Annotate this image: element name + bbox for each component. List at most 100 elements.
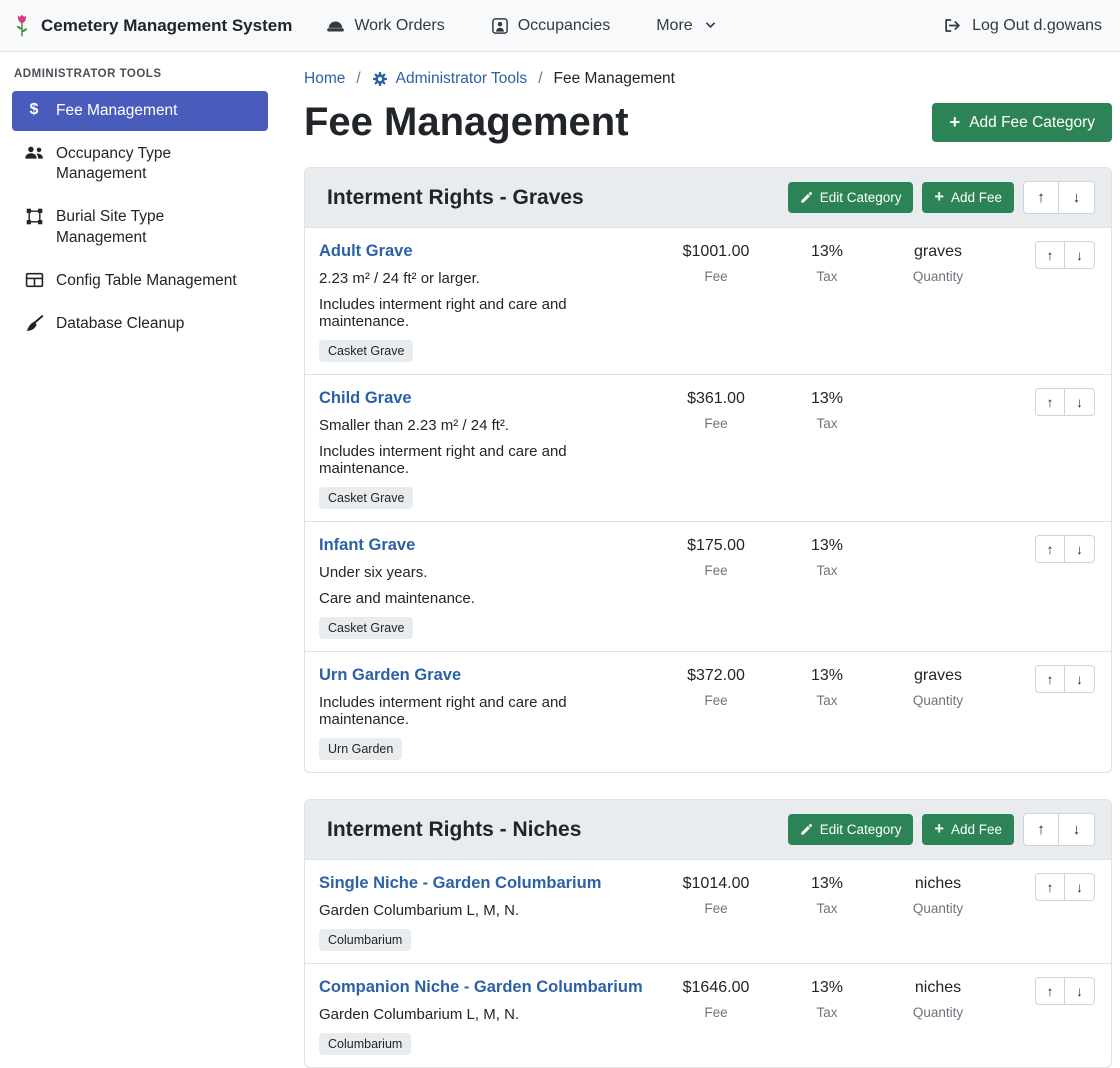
users-icon	[24, 145, 44, 160]
add-fee-button[interactable]: + Add Fee	[922, 182, 1014, 214]
fee-tag: Columbarium	[319, 1033, 411, 1055]
move-fee-down-button[interactable]: ↓	[1065, 665, 1095, 693]
move-category-down-button[interactable]: ↓	[1059, 181, 1095, 214]
top-navbar: Cemetery Management System Work Orders O…	[0, 0, 1120, 52]
category-actions: Edit Category + Add Fee ↑ ↓	[788, 181, 1095, 214]
nav-item-more[interactable]: More	[656, 17, 716, 35]
hard-hat-icon	[326, 17, 345, 34]
fee-info: Companion Niche - Garden Columbarium Gar…	[319, 977, 655, 1055]
add-fee-category-button[interactable]: + Add Fee Category	[932, 103, 1112, 143]
fee-info: Adult Grave 2.23 m² / 24 ft² or larger.I…	[319, 241, 655, 362]
move-fee-down-button[interactable]: ↓	[1065, 977, 1095, 1005]
fee-reorder-group: ↑ ↓	[1035, 241, 1095, 269]
pencil-icon	[800, 823, 813, 836]
fee-amount-value: $372.00	[661, 667, 771, 685]
fee-tax-label: Tax	[777, 269, 877, 284]
nav-item-occupancies[interactable]: Occupancies	[491, 17, 611, 35]
arrow-down-icon: ↓	[1076, 672, 1083, 687]
vector-square-icon	[24, 208, 44, 225]
arrow-up-icon: ↑	[1047, 672, 1054, 687]
edit-category-label: Edit Category	[820, 191, 902, 205]
move-fee-down-button[interactable]: ↓	[1065, 388, 1095, 416]
fee-tag: Urn Garden	[319, 738, 402, 760]
sidebar-item-burial-site-type-management[interactable]: Burial Site Type Management	[12, 197, 268, 257]
fee-name-link[interactable]: Child Grave	[319, 389, 412, 408]
edit-category-button[interactable]: Edit Category	[788, 814, 914, 846]
move-category-up-button[interactable]: ↑	[1023, 813, 1059, 846]
fee-tax-value: 13%	[777, 875, 877, 893]
sidebar-item-label: Config Table Management	[56, 271, 237, 291]
sidebar-item-config-table-management[interactable]: Config Table Management	[12, 261, 268, 301]
fee-name-link[interactable]: Infant Grave	[319, 536, 415, 555]
sidebar-item-fee-management[interactable]: $ Fee Management	[12, 91, 268, 131]
move-fee-up-button[interactable]: ↑	[1035, 977, 1065, 1005]
fee-reorder-group: ↑ ↓	[1035, 535, 1095, 563]
plus-icon: +	[934, 823, 943, 836]
logout-icon	[943, 17, 962, 34]
fee-name-link[interactable]: Companion Niche - Garden Columbarium	[319, 978, 643, 997]
table-icon	[24, 272, 44, 288]
fee-amount-value: $1646.00	[661, 979, 771, 997]
fee-amount-column: $361.00 Fee	[661, 388, 771, 431]
fee-tax-label: Tax	[777, 563, 877, 578]
fee-amount-value: $1014.00	[661, 875, 771, 893]
sidebar-item-occupancy-type-management[interactable]: Occupancy Type Management	[12, 134, 268, 194]
move-fee-down-button[interactable]: ↓	[1065, 241, 1095, 269]
breadcrumb-home-link[interactable]: Home	[304, 70, 345, 88]
fee-info: Single Niche - Garden Columbarium Garden…	[319, 873, 655, 951]
move-fee-down-button[interactable]: ↓	[1065, 535, 1095, 563]
move-fee-up-button[interactable]: ↑	[1035, 873, 1065, 901]
fee-reorder-group: ↑ ↓	[1035, 665, 1095, 693]
app-brand[interactable]: Cemetery Management System	[12, 12, 292, 39]
fee-descriptions: Garden Columbarium L, M, N.	[319, 1006, 655, 1023]
fee-tag: Columbarium	[319, 929, 411, 951]
nav-item-work-orders[interactable]: Work Orders	[326, 17, 444, 35]
logout-button[interactable]: Log Out d.gowans	[943, 17, 1102, 35]
fee-info: Infant Grave Under six years.Care and ma…	[319, 535, 655, 639]
move-category-up-button[interactable]: ↑	[1023, 181, 1059, 214]
move-fee-up-button[interactable]: ↑	[1035, 535, 1065, 563]
fee-quantity-column: niches Quantity	[883, 977, 993, 1020]
nav-item-label: More	[656, 17, 692, 35]
fee-tax-value: 13%	[777, 667, 877, 685]
category-header: Interment Rights - Niches Edit Category …	[305, 800, 1111, 860]
move-fee-up-button[interactable]: ↑	[1035, 665, 1065, 693]
fee-name-link[interactable]: Adult Grave	[319, 242, 413, 261]
sidebar-heading: Administrator Tools	[14, 68, 268, 80]
page-title: Fee Management	[304, 100, 629, 145]
fee-row: Child Grave Smaller than 2.23 m² / 24 ft…	[305, 375, 1111, 522]
fee-name-link[interactable]: Single Niche - Garden Columbarium	[319, 874, 601, 893]
category-actions: Edit Category + Add Fee ↑ ↓	[788, 813, 1095, 846]
fee-name-link[interactable]: Urn Garden Grave	[319, 666, 461, 685]
fee-amount-value: $1001.00	[661, 243, 771, 261]
fee-tax-column: 13% Tax	[777, 665, 877, 708]
move-category-down-button[interactable]: ↓	[1059, 813, 1095, 846]
fee-row: Urn Garden Grave Includes interment righ…	[305, 652, 1111, 772]
add-fee-button[interactable]: + Add Fee	[922, 814, 1014, 846]
fee-list: Single Niche - Garden Columbarium Garden…	[305, 860, 1111, 1067]
fee-tax-label: Tax	[777, 693, 877, 708]
brand-label: Cemetery Management System	[41, 16, 292, 36]
arrow-down-icon: ↓	[1076, 395, 1083, 410]
fee-amount-column: $372.00 Fee	[661, 665, 771, 708]
move-fee-up-button[interactable]: ↑	[1035, 388, 1065, 416]
fee-tax-value: 13%	[777, 243, 877, 261]
fee-info: Child Grave Smaller than 2.23 m² / 24 ft…	[319, 388, 655, 509]
fee-quantity-value: niches	[883, 979, 993, 997]
edit-category-button[interactable]: Edit Category	[788, 182, 914, 214]
fee-description: Care and maintenance.	[319, 590, 655, 607]
fee-description: Garden Columbarium L, M, N.	[319, 902, 655, 919]
move-fee-down-button[interactable]: ↓	[1065, 873, 1095, 901]
fee-tax-value: 13%	[777, 979, 877, 997]
fee-amount-label: Fee	[661, 1005, 771, 1020]
breadcrumb-admin-tools-link[interactable]: Administrator Tools	[372, 70, 528, 88]
plus-icon: +	[949, 115, 960, 130]
fee-description: 2.23 m² / 24 ft² or larger.	[319, 270, 655, 287]
fee-amount-label: Fee	[661, 693, 771, 708]
broom-icon	[24, 315, 44, 332]
pencil-icon	[800, 191, 813, 204]
sidebar-item-database-cleanup[interactable]: Database Cleanup	[12, 304, 268, 344]
fee-quantity-label: Quantity	[883, 901, 993, 916]
move-fee-up-button[interactable]: ↑	[1035, 241, 1065, 269]
gear-icon	[372, 71, 388, 87]
